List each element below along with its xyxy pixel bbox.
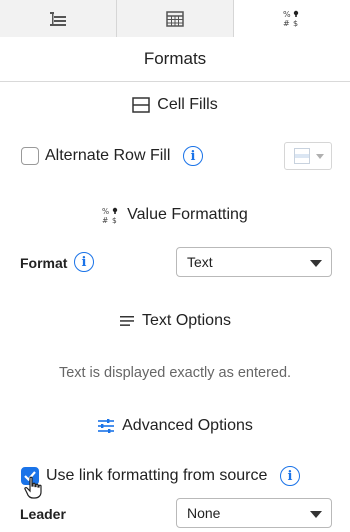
text-options-heading: Text Options: [0, 309, 350, 333]
grid-table-icon: [166, 10, 184, 27]
leader-select-value: None: [187, 505, 221, 521]
text-lines-icon: [119, 314, 135, 328]
leader-select[interactable]: None: [176, 498, 332, 528]
number-format-icon: % # $: [102, 206, 120, 224]
chevron-down-icon: [310, 511, 322, 518]
tab-layout[interactable]: [117, 0, 234, 37]
link-formatting-label: Use link formatting from source: [46, 467, 268, 484]
alternate-row-fill-info-icon[interactable]: i: [183, 146, 203, 166]
link-formatting-row: Use link formatting from source i: [0, 462, 350, 499]
indent-list-icon: [50, 11, 66, 26]
svg-text:#: #: [283, 19, 290, 27]
advanced-options-heading-text: Advanced Options: [122, 417, 253, 434]
percent-number-format-icon: % # $: [283, 10, 299, 27]
value-formatting-heading-text: Value Formatting: [127, 206, 248, 223]
value-formatting-heading: % # $ Value Formatting: [0, 203, 350, 227]
format-select-value: Text: [187, 254, 213, 270]
tab-formats[interactable]: % # $: [234, 0, 350, 37]
chevron-down-icon: [316, 153, 324, 159]
svg-text:%: %: [102, 207, 109, 216]
text-options-heading-text: Text Options: [142, 312, 231, 329]
svg-text:$: $: [112, 216, 117, 224]
svg-text:#: #: [102, 216, 108, 224]
svg-text:$: $: [293, 19, 298, 27]
leader-label: Leader: [20, 506, 66, 522]
format-row: Format i Text: [0, 247, 350, 279]
panel-title: Formats: [0, 37, 350, 82]
link-formatting-info-icon[interactable]: i: [280, 466, 300, 486]
alternate-row-fill-label: Alternate Row Fill: [45, 147, 171, 164]
panel-tabs: % # $: [0, 0, 350, 37]
text-options-description: Text is displayed exactly as entered.: [58, 365, 292, 381]
svg-text:%: %: [283, 10, 291, 19]
fill-color-swatch-icon: [294, 148, 310, 164]
sliders-icon: [97, 418, 115, 434]
advanced-options-heading: Advanced Options: [0, 414, 350, 438]
alternate-row-fill-row: Alternate Row Fill i: [0, 142, 350, 170]
tab-outline[interactable]: [0, 0, 117, 37]
cell-fills-heading-text: Cell Fills: [157, 96, 218, 113]
format-select[interactable]: Text: [176, 247, 332, 277]
fill-color-picker[interactable]: [284, 142, 332, 170]
leader-row: Leader None: [0, 497, 350, 529]
cell-fills-heading: Cell Fills: [0, 93, 350, 117]
format-label: Format: [20, 255, 68, 271]
alternate-row-fill-checkbox[interactable]: [21, 147, 39, 165]
chevron-down-icon: [310, 260, 322, 267]
cell-fills-icon: [132, 97, 151, 113]
format-info-icon[interactable]: i: [74, 252, 94, 272]
